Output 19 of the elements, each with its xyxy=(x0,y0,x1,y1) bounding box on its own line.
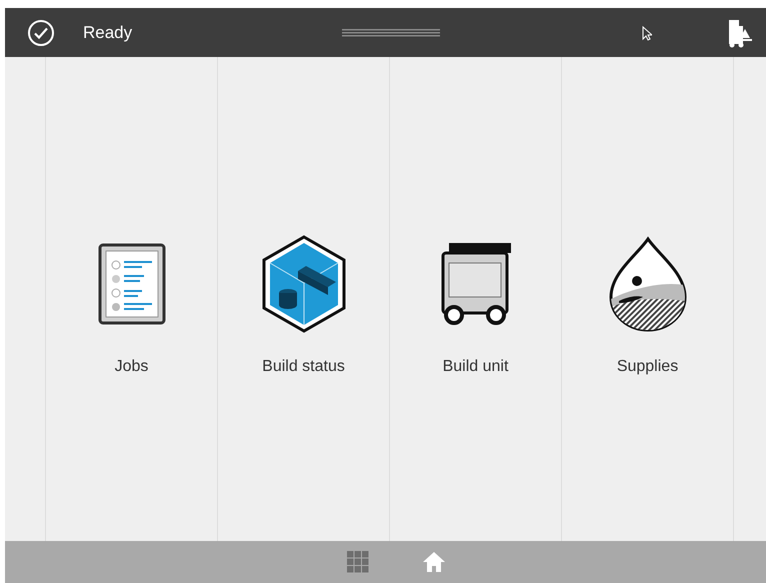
home-button[interactable] xyxy=(420,549,446,575)
tile-label: Build unit xyxy=(442,357,508,377)
menu-tile[interactable]: Build unit xyxy=(390,57,562,541)
drop-icon xyxy=(606,235,688,333)
checklist-icon xyxy=(98,243,166,325)
drag-handle-icon[interactable] xyxy=(342,29,440,37)
cube-icon xyxy=(260,235,346,333)
menu-tile[interactable]: Jobs xyxy=(46,57,218,541)
status-text: Ready xyxy=(83,22,132,44)
tile-label: Build status xyxy=(262,357,345,377)
menu-tile[interactable]: Build status xyxy=(218,57,390,541)
tile-label: Supplies xyxy=(616,357,678,377)
menu-tile[interactable]: Supplies xyxy=(562,57,734,541)
check-circle-icon xyxy=(27,18,55,46)
cursor-icon xyxy=(642,26,652,41)
tile-label: Jobs xyxy=(114,357,148,377)
apps-grid-button[interactable] xyxy=(344,549,370,575)
printer-bell-icon[interactable] xyxy=(727,18,755,48)
trolley-icon xyxy=(440,241,510,327)
